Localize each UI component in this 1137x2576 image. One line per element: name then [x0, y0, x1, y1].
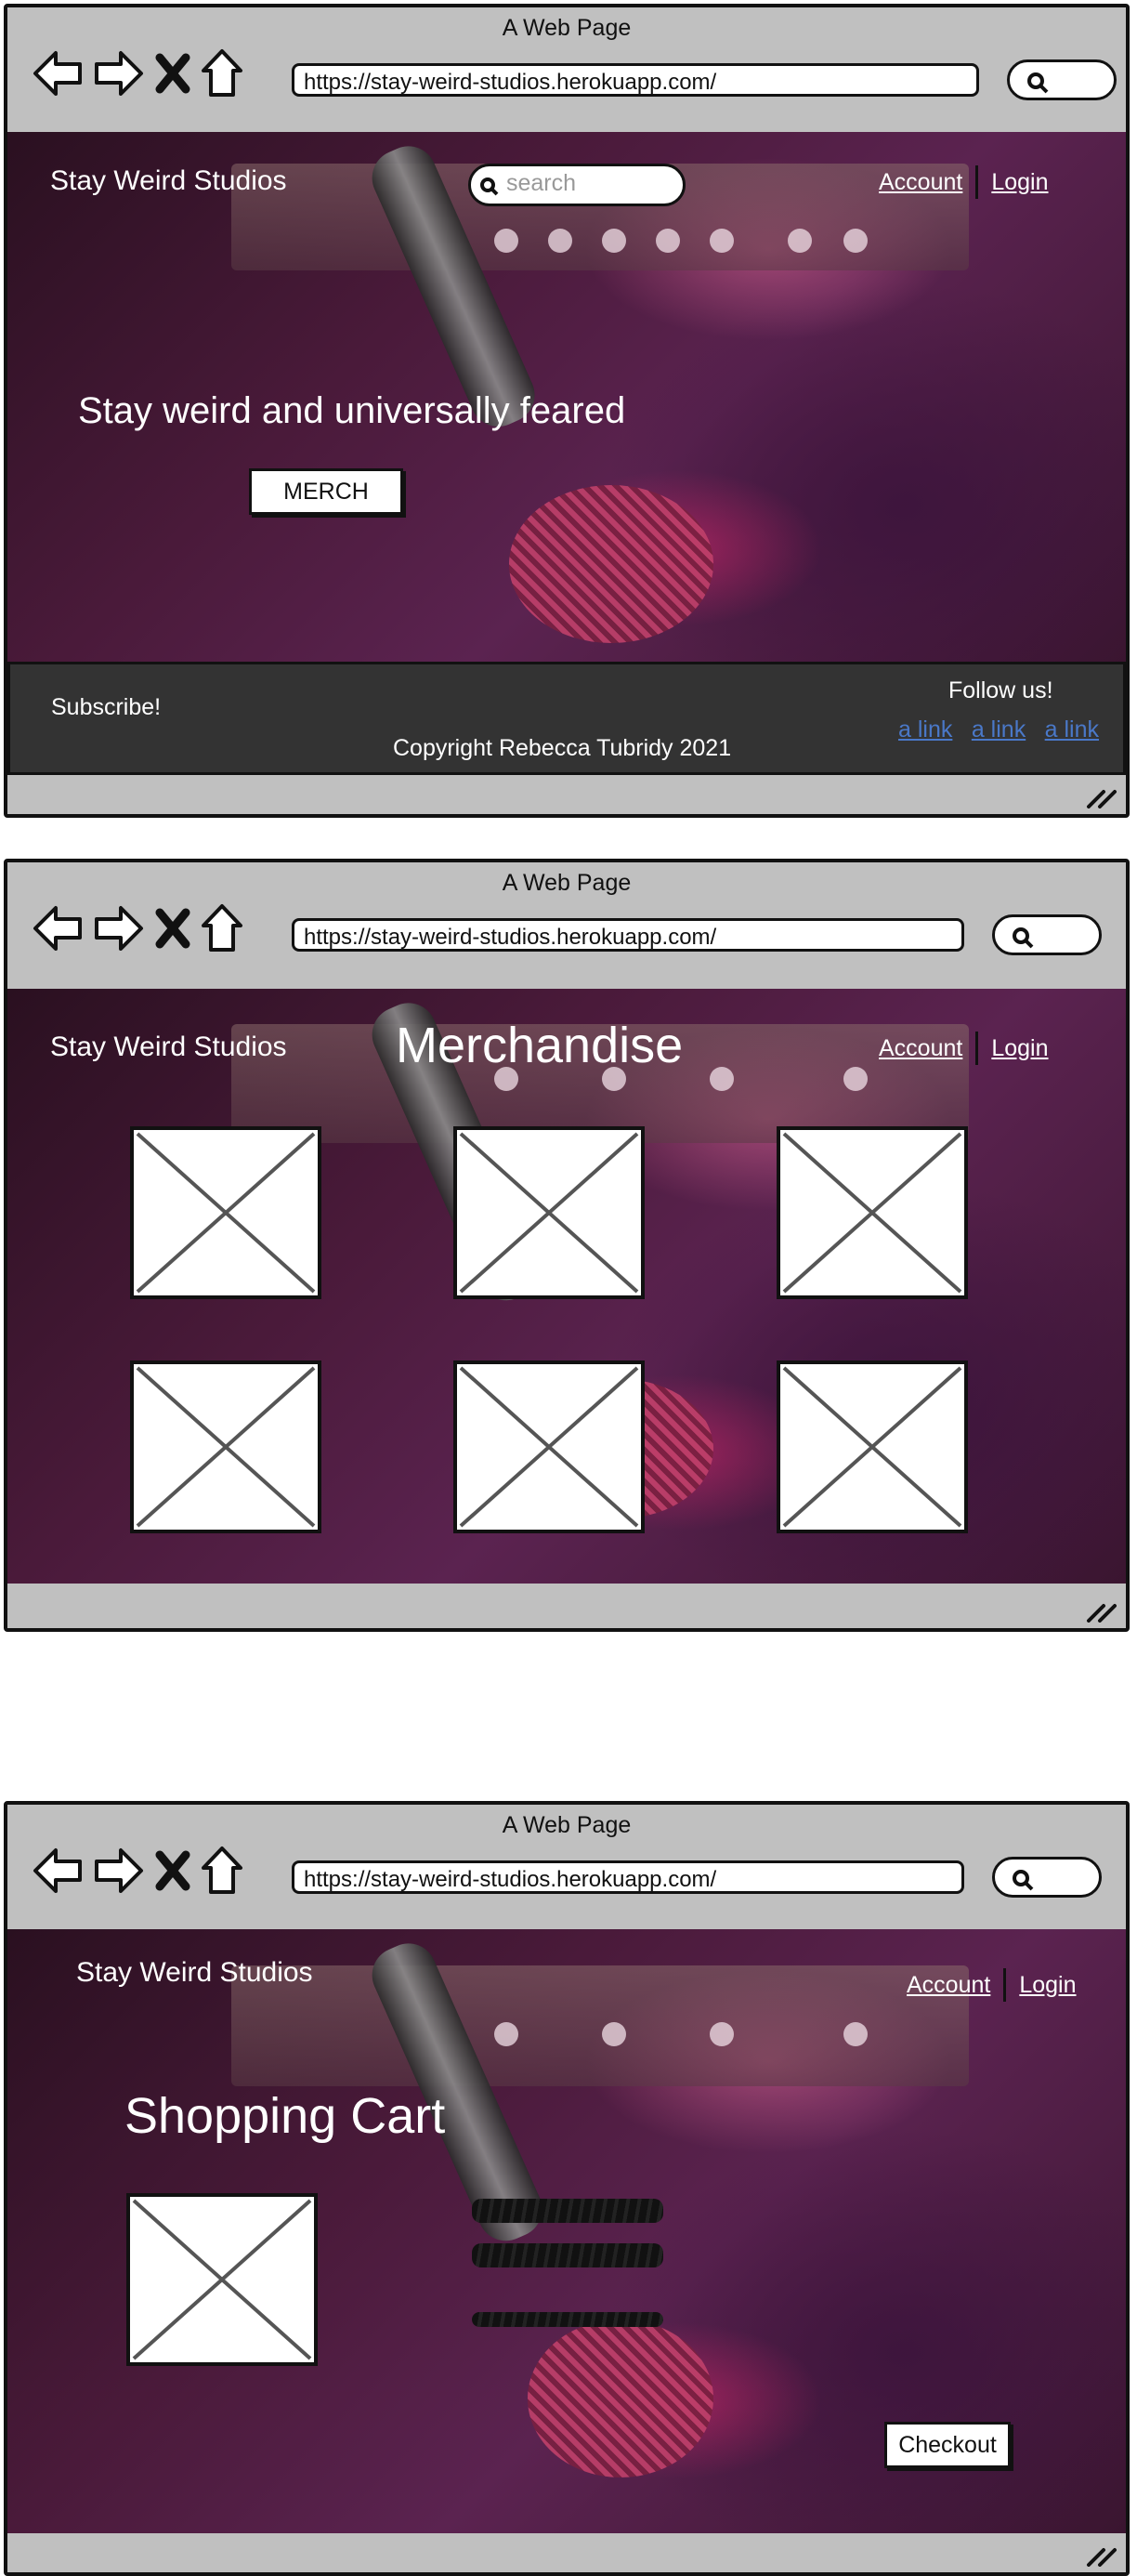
- forward-arrow-icon[interactable]: [93, 904, 145, 953]
- page-viewport: Stay Weird Studios Merchandise Account L…: [7, 989, 1126, 1584]
- browser-search-box[interactable]: [992, 1857, 1102, 1898]
- page-viewport: Stay Weird Studios Account Login Shoppin…: [7, 1929, 1126, 2533]
- image-placeholder-icon: [136, 1366, 316, 1528]
- microphone-head: [509, 485, 713, 643]
- window-title: A Web Page: [502, 15, 632, 41]
- browser-search-box[interactable]: [1007, 59, 1117, 100]
- amp-knob: [602, 2022, 626, 2046]
- image-placeholder-icon: [459, 1366, 639, 1528]
- page-viewport: Stay Weird Studios search Account Login …: [7, 132, 1126, 665]
- page-title: Merchandise: [396, 1018, 684, 1073]
- search-placeholder: search: [506, 170, 577, 196]
- cart-item-image[interactable]: [126, 2193, 318, 2366]
- microphone-head: [528, 2320, 713, 2477]
- amp-knob: [656, 229, 680, 253]
- image-placeholder-icon: [136, 1132, 316, 1294]
- amp-knob: [710, 229, 734, 253]
- footer-link[interactable]: a link: [972, 716, 1026, 743]
- amp-knob: [843, 229, 868, 253]
- product-image[interactable]: [453, 1360, 645, 1533]
- cart-item-details-scribble: [472, 2243, 663, 2267]
- image-placeholder-icon: [782, 1366, 962, 1528]
- browser-window-home: A Web Page https://stay-weird-studios.he…: [4, 4, 1130, 818]
- amp-knob: [843, 1067, 868, 1091]
- cart-item-details-scribble: [472, 2199, 663, 2223]
- amp-knob: [602, 229, 626, 253]
- search-icon: [480, 177, 499, 196]
- product-image[interactable]: [130, 1126, 321, 1299]
- home-icon[interactable]: [201, 48, 243, 99]
- browser-window-cart: A Web Page https://stay-weird-studios.he…: [4, 1801, 1130, 2576]
- resize-grip-icon[interactable]: [1085, 2543, 1117, 2567]
- nav-divider: [975, 165, 979, 199]
- checkout-button[interactable]: Checkout: [884, 2422, 1011, 2468]
- page-title: Shopping Cart: [124, 2088, 446, 2144]
- product-image[interactable]: [453, 1126, 645, 1299]
- browser-search-box[interactable]: [992, 914, 1102, 955]
- amp-knob: [788, 229, 812, 253]
- login-link[interactable]: Login: [991, 169, 1048, 196]
- home-icon[interactable]: [201, 903, 243, 953]
- amp-knob: [710, 2022, 734, 2046]
- site-brand[interactable]: Stay Weird Studios: [50, 1032, 287, 1063]
- product-image[interactable]: [777, 1126, 968, 1299]
- forward-arrow-icon[interactable]: [93, 49, 145, 98]
- amp-knob: [710, 1067, 734, 1091]
- product-image[interactable]: [777, 1360, 968, 1533]
- amp-knob: [494, 2022, 518, 2046]
- site-footer: Subscribe! Follow us! a link a link a li…: [7, 662, 1126, 775]
- account-link[interactable]: Account: [907, 1972, 990, 1999]
- back-arrow-icon[interactable]: [32, 49, 84, 98]
- image-placeholder-icon: [132, 2199, 312, 2360]
- subscribe-link[interactable]: Subscribe!: [51, 694, 161, 721]
- search-icon: [1027, 72, 1049, 94]
- stop-icon[interactable]: [154, 1849, 191, 1892]
- image-placeholder-icon: [782, 1132, 962, 1294]
- footer-link[interactable]: a link: [1045, 716, 1099, 743]
- footer-link[interactable]: a link: [898, 716, 952, 743]
- hero-text: Stay weird and universally feared: [78, 390, 626, 431]
- resize-grip-icon[interactable]: [1085, 1598, 1117, 1623]
- search-icon: [1013, 1870, 1034, 1891]
- stop-icon[interactable]: [154, 52, 191, 95]
- account-link[interactable]: Account: [879, 169, 962, 196]
- search-icon: [1013, 927, 1034, 949]
- site-search-input[interactable]: search: [468, 164, 686, 206]
- cart-item-details-scribble: [472, 2312, 663, 2327]
- back-arrow-icon[interactable]: [32, 904, 84, 953]
- amp-knob: [494, 229, 518, 253]
- url-bar[interactable]: https://stay-weird-studios.herokuapp.com…: [292, 63, 979, 97]
- image-placeholder-icon: [459, 1132, 639, 1294]
- site-brand[interactable]: Stay Weird Studios: [50, 165, 287, 197]
- site-brand[interactable]: Stay Weird Studios: [76, 1957, 313, 1989]
- merch-button[interactable]: MERCH: [249, 468, 403, 515]
- url-bar[interactable]: https://stay-weird-studios.herokuapp.com…: [292, 1860, 964, 1894]
- window-title: A Web Page: [502, 870, 632, 896]
- back-arrow-icon[interactable]: [32, 1847, 84, 1895]
- amp-knob: [843, 2022, 868, 2046]
- home-icon[interactable]: [201, 1846, 243, 1896]
- nav-divider: [975, 1032, 979, 1065]
- resize-grip-icon[interactable]: [1085, 784, 1117, 808]
- nav-divider: [1003, 1968, 1007, 2002]
- window-title: A Web Page: [502, 1812, 632, 1838]
- copyright-text: Copyright Rebecca Tubridy 2021: [393, 735, 732, 761]
- account-link[interactable]: Account: [879, 1035, 962, 1062]
- browser-window-merch: A Web Page https://stay-weird-studios.he…: [4, 859, 1130, 1632]
- follow-heading: Follow us!: [948, 677, 1053, 703]
- login-link[interactable]: Login: [991, 1035, 1048, 1062]
- stop-icon[interactable]: [154, 907, 191, 950]
- amp-knob: [548, 229, 572, 253]
- login-link[interactable]: Login: [1019, 1972, 1076, 1999]
- url-bar[interactable]: https://stay-weird-studios.herokuapp.com…: [292, 918, 964, 952]
- forward-arrow-icon[interactable]: [93, 1847, 145, 1895]
- product-image[interactable]: [130, 1360, 321, 1533]
